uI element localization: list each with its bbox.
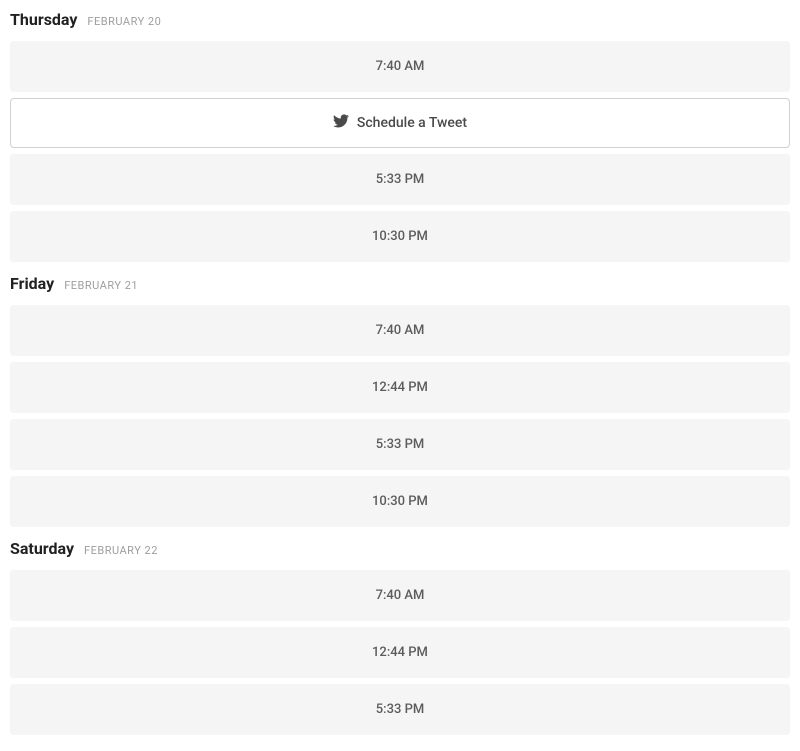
day-header: Thursday FEBRUARY 20 — [10, 10, 790, 29]
day-name: Saturday — [10, 539, 74, 558]
schedule-tweet-button[interactable]: Schedule a Tweet — [10, 98, 790, 148]
day-header: Friday FEBRUARY 21 — [10, 274, 790, 293]
time-slot[interactable]: 10:30 PM — [10, 476, 790, 527]
time-slot[interactable]: 7:40 AM — [10, 41, 790, 92]
day-name: Thursday — [10, 10, 77, 29]
day-date: FEBRUARY 22 — [84, 544, 158, 557]
twitter-icon — [333, 113, 349, 133]
day-header: Saturday FEBRUARY 22 — [10, 539, 790, 558]
time-slot[interactable]: 10:30 PM — [10, 211, 790, 262]
day-name: Friday — [10, 274, 54, 293]
day-date: FEBRUARY 20 — [87, 15, 161, 28]
time-slot[interactable]: 12:44 PM — [10, 627, 790, 678]
schedule-list: Thursday FEBRUARY 20 7:40 AM Schedule a Twe… — [10, 10, 790, 735]
schedule-tweet-label: Schedule a Tweet — [357, 115, 467, 131]
day-date: FEBRUARY 21 — [64, 279, 138, 292]
time-slot[interactable]: 12:44 PM — [10, 362, 790, 413]
time-slot[interactable]: 7:40 AM — [10, 570, 790, 621]
time-slot[interactable]: 5:33 PM — [10, 419, 790, 470]
time-slot[interactable]: 5:33 PM — [10, 684, 790, 735]
time-slot[interactable]: 5:33 PM — [10, 154, 790, 205]
time-slot[interactable]: 7:40 AM — [10, 305, 790, 356]
